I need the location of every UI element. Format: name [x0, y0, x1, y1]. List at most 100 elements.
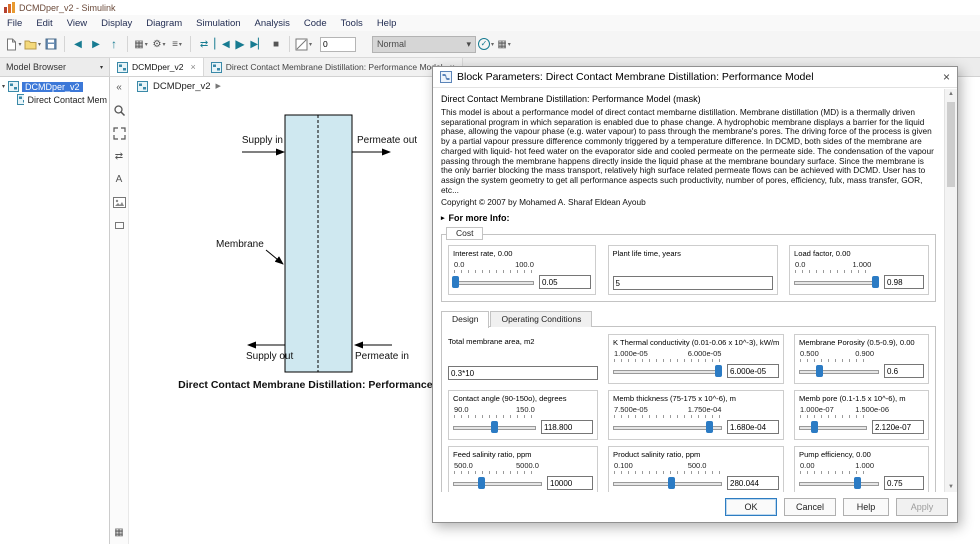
dialog-title-bar[interactable]: Block Parameters: Direct Contact Membran… — [433, 67, 957, 88]
memb-thickness-value-input[interactable] — [727, 420, 779, 435]
step-back-button[interactable]: ▏◀ — [214, 35, 230, 53]
tree-item-root[interactable]: ▾ DCMDper_v2 — [0, 80, 109, 93]
memb-thickness-slider[interactable] — [613, 420, 722, 434]
fit-to-view-icon[interactable] — [112, 126, 127, 140]
stop-button[interactable]: ■ — [268, 35, 284, 53]
feed-salinity-slider[interactable] — [453, 476, 542, 490]
menu-analysis[interactable]: Analysis — [248, 18, 297, 29]
contact-angle-slider[interactable] — [453, 420, 536, 434]
slider-thumb[interactable] — [478, 476, 486, 489]
menu-code[interactable]: Code — [297, 18, 334, 29]
new-model-button[interactable]: ▾ — [6, 35, 22, 53]
annotation-icon[interactable]: A — [112, 172, 127, 186]
menu-tools[interactable]: Tools — [334, 18, 370, 29]
slider-max-label: 5000.0 — [516, 461, 539, 471]
scroll-down-icon[interactable]: ▼ — [945, 484, 957, 490]
slider-thumb[interactable] — [853, 476, 861, 489]
scrollbar-thumb[interactable] — [947, 102, 955, 187]
pump-efficiency-value-input[interactable] — [884, 476, 924, 491]
total-area-value-input[interactable] — [448, 366, 598, 381]
interest-rate-value-input[interactable] — [539, 275, 591, 290]
up-to-parent-button[interactable]: ↑ — [106, 35, 122, 53]
load-factor-slider[interactable] — [794, 275, 879, 289]
porosity-value-input[interactable] — [884, 364, 924, 379]
plant-life-value-input[interactable] — [612, 276, 773, 291]
help-button[interactable]: Help — [843, 498, 889, 516]
image-icon[interactable] — [112, 195, 127, 209]
feed-salinity-value-input[interactable] — [547, 476, 593, 491]
build-button[interactable]: ▦ ▾ — [496, 35, 512, 53]
ok-button[interactable]: OK — [725, 498, 777, 516]
breadcrumb-item[interactable]: DCMDper_v2 — [153, 81, 211, 92]
k-thermal-value-input[interactable] — [727, 364, 779, 379]
close-icon[interactable]: × — [943, 70, 950, 84]
membrane-block[interactable] — [284, 114, 353, 373]
memb-pore-value-input[interactable] — [872, 420, 924, 435]
model-menu-button[interactable]: ≡ ▾ — [169, 35, 185, 53]
model-browser-header[interactable]: Model Browser ▾ — [0, 58, 110, 76]
tab-performance-model[interactable]: Direct Contact Membrane Distillation: Pe… — [203, 58, 463, 76]
dialog-scrollbar[interactable]: ▲ ▼ — [944, 89, 957, 492]
param-label: Feed salinity ratio, ppm — [453, 450, 532, 460]
forward-button[interactable]: ▶ — [88, 35, 104, 53]
param-total-area: Total membrane area, m2 — [448, 334, 598, 384]
run-button[interactable]: ▶ — [232, 35, 248, 53]
library-browser-button[interactable]: ▦ ▾ — [133, 35, 149, 53]
pump-efficiency-slider[interactable] — [799, 476, 879, 490]
k-thermal-slider[interactable] — [613, 364, 722, 378]
slider-thumb[interactable] — [810, 420, 818, 433]
simulation-mode-select[interactable]: Normal ▾ — [372, 35, 477, 53]
porosity-slider[interactable] — [799, 364, 879, 378]
slider-thumb[interactable] — [452, 275, 460, 288]
slider-thumb[interactable] — [871, 275, 879, 288]
product-salinity-slider[interactable] — [613, 476, 722, 490]
pan-icon[interactable]: ⇄ — [112, 149, 127, 163]
back-button[interactable]: ◀ — [70, 35, 86, 53]
open-button[interactable]: ▾ — [24, 35, 41, 53]
model-settings-button[interactable]: ⚙ ▾ — [151, 35, 167, 53]
cost-group-label[interactable]: Cost — [446, 227, 484, 241]
refresh-blocks-button[interactable]: ⇄ — [196, 35, 212, 53]
back-icon: ◀ — [74, 38, 82, 50]
toolbar-separator — [190, 36, 192, 52]
step-forward-button[interactable]: ▶▏ — [250, 35, 266, 53]
menu-view[interactable]: View — [60, 18, 94, 29]
contact-angle-value-input[interactable] — [541, 420, 593, 435]
memb-pore-slider[interactable] — [799, 420, 867, 434]
collapse-panel-icon[interactable]: « — [112, 80, 127, 94]
menu-help[interactable]: Help — [370, 18, 404, 29]
load-factor-value-input[interactable] — [884, 275, 924, 290]
close-icon[interactable]: × — [191, 62, 196, 72]
slider-min-label: 0.500 — [800, 349, 819, 359]
interest-rate-slider[interactable] — [452, 275, 534, 289]
menu-diagram[interactable]: Diagram — [139, 18, 189, 29]
tab-dcmdper-v2[interactable]: DCMDper_v2 × — [110, 58, 204, 76]
area-box-icon[interactable] — [112, 218, 127, 232]
mask-header: Direct Contact Membrane Distillation: Pe… — [441, 94, 701, 104]
menu-file[interactable]: File — [0, 18, 29, 29]
sample-time-button[interactable]: ▾ — [295, 35, 312, 53]
slider-thumb[interactable] — [705, 420, 713, 433]
menu-display[interactable]: Display — [94, 18, 139, 29]
slider-ticks — [454, 270, 533, 274]
more-info-toggle[interactable]: ▸ For more Info: — [441, 213, 936, 223]
tree-item-child[interactable]: Direct Contact Mem — [0, 93, 109, 106]
chevron-down-icon: ▾ — [2, 84, 6, 90]
tab-label: Direct Contact Membrane Distillation: Pe… — [225, 62, 443, 72]
viewmarks-icon[interactable]: ▦ — [112, 525, 127, 539]
cancel-button[interactable]: Cancel — [784, 498, 836, 516]
menu-edit[interactable]: Edit — [29, 18, 59, 29]
menu-simulation[interactable]: Simulation — [189, 18, 247, 29]
model-advisor-button[interactable]: ✓ ▾ — [478, 35, 494, 53]
slider-thumb[interactable] — [816, 364, 823, 377]
slider-thumb[interactable] — [667, 476, 675, 489]
save-button[interactable] — [43, 35, 59, 53]
slider-thumb[interactable] — [490, 420, 498, 433]
scroll-up-icon[interactable]: ▲ — [945, 91, 957, 97]
simulation-time-input[interactable] — [320, 36, 357, 52]
slider-thumb[interactable] — [714, 364, 722, 377]
tab-design[interactable]: Design — [441, 311, 490, 329]
tab-operating-conditions[interactable]: Operating Conditions — [490, 311, 593, 328]
zoom-icon[interactable] — [112, 103, 127, 117]
product-salinity-value-input[interactable] — [727, 476, 779, 491]
